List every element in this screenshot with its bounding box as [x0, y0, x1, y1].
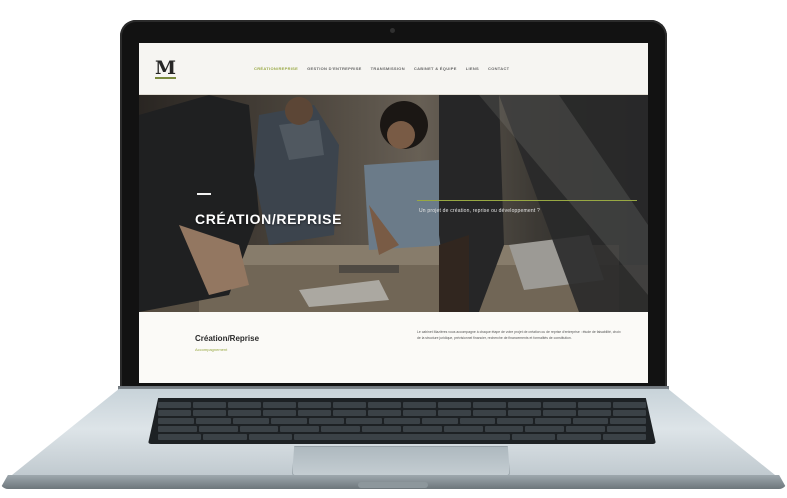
webcam-icon — [390, 28, 395, 33]
hero-title: CRÉATION/REPRISE — [195, 211, 343, 227]
trackpad — [292, 446, 510, 476]
hero-overlay — [139, 95, 648, 312]
main-nav: CRÉATION/REPRISE GESTION D'ENTREPRISE TR… — [254, 66, 509, 71]
nav-item-contact[interactable]: CONTACT — [488, 66, 509, 71]
hero-subtitle: Un projet de création, reprise ou dévelo… — [419, 208, 540, 214]
hero-banner: CRÉATION/REPRISE Un projet de création, … — [139, 95, 648, 312]
nav-item-transmission[interactable]: TRANSMISSION — [371, 66, 405, 71]
hero-rule — [197, 193, 211, 195]
laptop-screen: M CRÉATION/REPRISE GESTION D'ENTREPRISE … — [139, 43, 648, 383]
nav-item-gestion[interactable]: GESTION D'ENTREPRISE — [307, 66, 362, 71]
nav-item-creation-reprise[interactable]: CRÉATION/REPRISE — [254, 66, 298, 71]
keyboard-row — [158, 426, 646, 432]
intro-tag: Accompagnement — [195, 347, 228, 352]
keyboard-row — [158, 434, 646, 440]
site-logo[interactable]: M — [155, 58, 177, 79]
hero-divider — [417, 200, 637, 201]
intro-section: Création/Reprise Accompagnement Le cabin… — [139, 312, 648, 383]
keyboard-row — [158, 402, 646, 408]
keyboard-row — [158, 418, 646, 424]
nav-item-cabinet[interactable]: CABINET & ÉQUIPE — [414, 66, 457, 71]
site-header: M CRÉATION/REPRISE GESTION D'ENTREPRISE … — [139, 43, 648, 95]
keyboard-row — [158, 410, 646, 416]
lid-notch — [358, 482, 428, 488]
keyboard — [148, 398, 656, 444]
intro-title: Création/Reprise — [195, 334, 260, 343]
intro-text: Le cabinet Mazières vous accompagne à ch… — [417, 330, 621, 340]
nav-item-liens[interactable]: LIENS — [466, 66, 479, 71]
laptop-lid: M CRÉATION/REPRISE GESTION D'ENTREPRISE … — [120, 20, 667, 390]
